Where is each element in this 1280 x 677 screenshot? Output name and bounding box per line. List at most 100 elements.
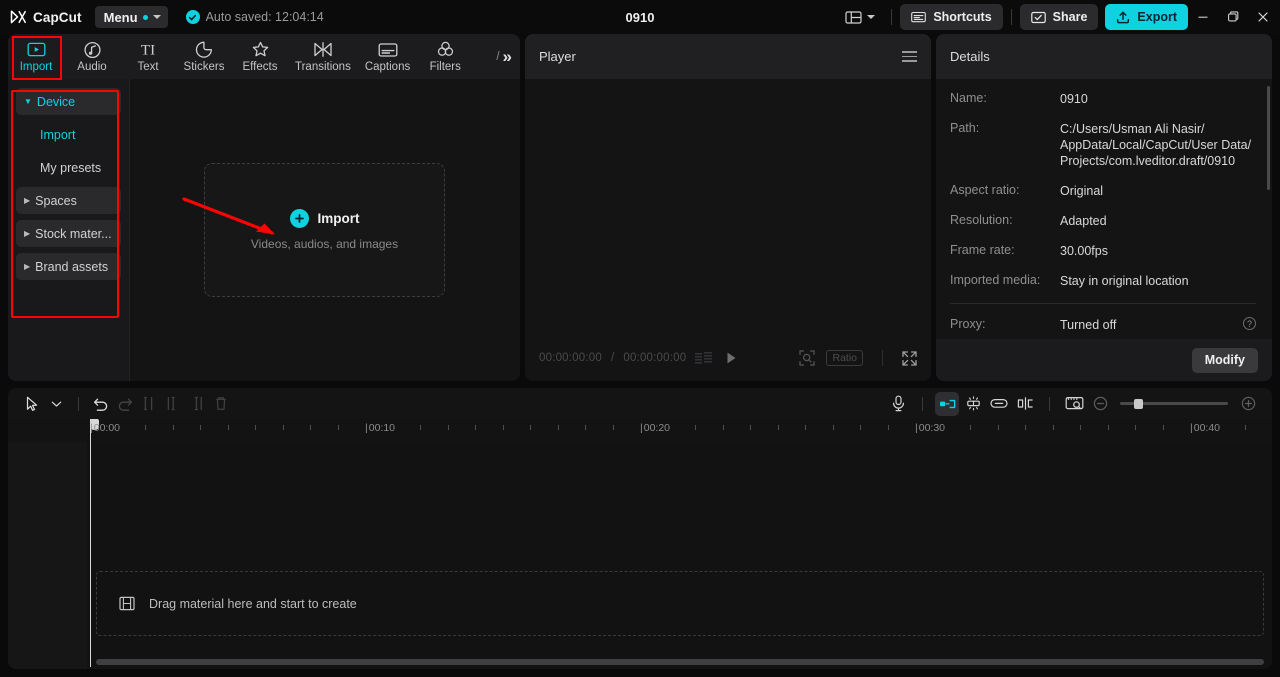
sidebar-item-brand-assets[interactable]: ▶ Brand assets <box>16 253 121 280</box>
hamburger-menu-icon[interactable] <box>902 50 917 63</box>
keyframe-split-icon[interactable] <box>1013 392 1037 416</box>
tab-stickers[interactable]: Stickers <box>176 34 232 79</box>
tab-captions[interactable]: Captions <box>358 34 417 79</box>
export-button[interactable]: Export <box>1105 4 1188 30</box>
magnetic-snap-icon[interactable] <box>935 391 959 416</box>
sidebar-item-import[interactable]: Import <box>16 121 121 148</box>
auto-adjust-icon[interactable] <box>961 392 985 416</box>
title-bar: CapCut Menu Auto saved: 12:04:14 Shortcu… <box>0 0 1280 34</box>
chevron-down-icon[interactable] <box>44 392 68 416</box>
brand-name: CapCut <box>33 9 82 25</box>
divider <box>950 303 1256 304</box>
details-row-frame-rate: Frame rate: 30.00fps <box>950 243 1256 259</box>
sidebar-item-stock-materials[interactable]: ▶ Stock mater... <box>16 220 121 247</box>
question-circle-icon[interactable]: ? <box>1243 317 1256 330</box>
zoom-slider-handle[interactable] <box>1134 398 1143 409</box>
cursor-arrow-icon[interactable] <box>20 392 44 416</box>
tab-label: Captions <box>364 61 411 73</box>
upload-icon <box>1116 11 1130 24</box>
redo-icon <box>113 392 137 416</box>
sidebar-item-label: My presets <box>40 160 102 175</box>
caret-right-icon: ▶ <box>24 228 31 238</box>
film-strip-icon <box>119 596 135 611</box>
playhead[interactable] <box>90 419 91 667</box>
modify-button[interactable]: Modify <box>1191 347 1258 373</box>
divider <box>1010 9 1012 25</box>
split-icon <box>137 392 161 416</box>
close-icon <box>1257 11 1269 23</box>
player-controls-left: 00:00:00:00 / 00:00:00:00 <box>539 351 738 365</box>
zoom-out-icon[interactable] <box>1088 392 1112 416</box>
details-value: 0910 <box>1060 92 1088 106</box>
import-panel-body: ▼ Device Import My presets ▶ Spaces ▶ St… <box>8 79 520 381</box>
sidebar-item-my-presets[interactable]: My presets <box>16 154 121 181</box>
sidebar-item-spaces[interactable]: ▶ Spaces <box>16 187 121 214</box>
import-dropzone[interactable]: Import Videos, audios, and images <box>204 163 445 297</box>
autosave-status: Auto saved: 12:04:14 <box>185 10 324 24</box>
link-chain-icon[interactable] <box>987 392 1011 416</box>
sidebar-item-device[interactable]: ▼ Device <box>16 88 121 115</box>
layout-button[interactable] <box>837 4 883 30</box>
captions-icon <box>378 40 398 59</box>
preview-thumbnail-icon[interactable] <box>1062 392 1086 416</box>
ratio-button[interactable]: Ratio <box>826 350 863 366</box>
media-import-icon <box>27 40 46 59</box>
sidebar-item-label: Spaces <box>35 193 77 208</box>
tab-filters[interactable]: Filters <box>417 34 473 79</box>
chevron-double-right-icon[interactable]: » <box>503 48 512 65</box>
chevron-down-icon <box>152 15 161 19</box>
details-value: Turned off <box>1060 318 1117 332</box>
timeline-tracks[interactable]: Drag material here and start to create <box>8 419 1272 669</box>
import-dropzone-subtitle: Videos, audios, and images <box>250 237 399 251</box>
details-scrollbar[interactable] <box>1267 86 1270 190</box>
divider <box>891 9 893 25</box>
shortcuts-button[interactable]: Shortcuts <box>900 4 1003 30</box>
details-list: Name: 0910 Path: C:/Users/Usman Ali Nasi… <box>936 79 1272 333</box>
timeline-ruler[interactable]: 00:00 00:10 00:20 00:30 00:40 <box>8 419 1272 442</box>
tab-label: Stickers <box>183 61 225 73</box>
menu-button[interactable]: Menu <box>94 6 168 28</box>
zoom-in-icon[interactable] <box>1236 392 1260 416</box>
undo-icon[interactable] <box>89 392 113 416</box>
player-time-separator: / <box>610 352 615 364</box>
zoom-frame-icon[interactable] <box>799 350 816 366</box>
close-button[interactable] <box>1248 0 1278 34</box>
tab-label: Transitions <box>295 61 351 73</box>
tab-audio[interactable]: Audio <box>64 34 120 79</box>
ruler-label: 00:20 <box>640 422 670 434</box>
player-panel: Player 00:00:00:00 / 00:00:00:00 Ratio <box>525 34 931 381</box>
details-key: Path: <box>950 121 980 135</box>
tab-overflow-ellipsis: / <box>496 50 500 63</box>
share-button[interactable]: Share <box>1019 4 1099 30</box>
tab-text[interactable]: TI Text <box>120 34 176 79</box>
zoom-slider[interactable] <box>1120 398 1228 409</box>
play-icon[interactable] <box>724 351 738 365</box>
timeline-horizontal-scrollbar[interactable] <box>96 659 1264 665</box>
tab-strip: Import Audio TI Text Stickers Effects Tr… <box>8 34 520 79</box>
caret-right-icon: ▶ <box>24 195 31 205</box>
tab-transitions[interactable]: Transitions <box>288 34 358 79</box>
left-panel: Import Audio TI Text Stickers Effects Tr… <box>8 34 520 381</box>
details-panel: Details Name: 0910 Path: C:/Users/Usman … <box>936 34 1272 381</box>
details-key: Proxy: <box>950 317 986 331</box>
details-value: Original <box>1060 184 1104 198</box>
microphone-icon[interactable] <box>886 392 910 416</box>
maximize-icon <box>1227 11 1239 23</box>
timeline-track-gutter <box>8 442 87 669</box>
minimize-button[interactable] <box>1188 0 1218 34</box>
timeline-dropzone[interactable]: Drag material here and start to create <box>96 571 1264 636</box>
timeline-toolbar <box>8 388 1272 419</box>
tab-effects[interactable]: Effects <box>232 34 288 79</box>
minimize-icon <box>1197 11 1209 23</box>
shortcuts-label: Shortcuts <box>933 10 992 24</box>
tab-label: Filters <box>429 61 461 73</box>
maximize-button[interactable] <box>1218 0 1248 34</box>
details-key: Resolution: <box>950 213 1013 227</box>
tab-import[interactable]: Import <box>8 34 64 79</box>
details-row-resolution: Resolution: Adapted <box>950 213 1256 229</box>
fullscreen-icon[interactable] <box>902 350 917 366</box>
quality-bars-icon[interactable] <box>695 352 715 364</box>
details-header: Details <box>936 34 1272 79</box>
tab-label: Audio <box>77 61 107 73</box>
player-preview-stage[interactable] <box>525 79 931 335</box>
